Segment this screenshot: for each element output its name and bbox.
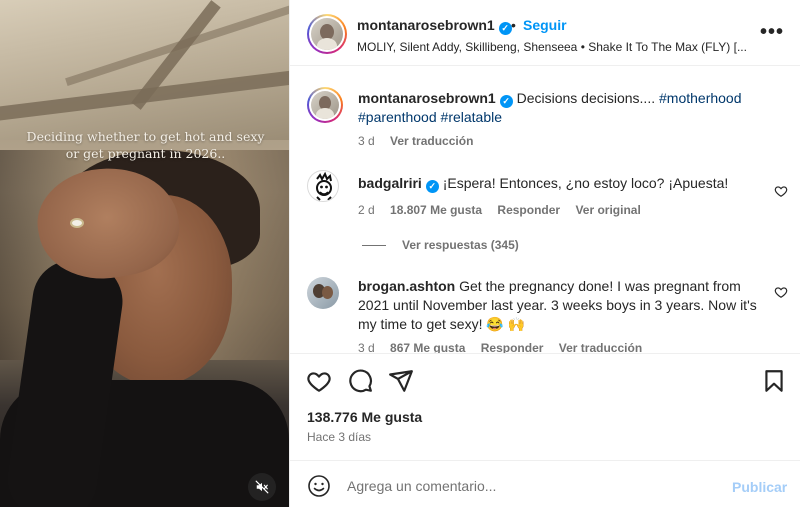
commenter-avatar-drawing bbox=[316, 171, 332, 201]
hashtag[interactable]: #relatable bbox=[441, 109, 503, 125]
replies-divider bbox=[362, 245, 386, 247]
likes-count[interactable]: 138.776 Me gusta bbox=[307, 409, 422, 425]
hashtag[interactable]: #parenthood bbox=[358, 109, 437, 125]
hashtag[interactable]: #motherhood bbox=[659, 90, 742, 106]
more-options-icon[interactable]: ••• bbox=[760, 22, 784, 42]
post-side-panel: montanarosebrown1 ✓ • Seguir MOLIY, Silen… bbox=[289, 0, 800, 507]
comment-meta: 3 d 867 Me gusta Responder Ver traducció… bbox=[358, 341, 654, 353]
see-original-link[interactable]: Ver original bbox=[575, 203, 640, 217]
comment-body: brogan.ashton Get the pregnancy done! I … bbox=[358, 277, 768, 334]
comment-age: 2 d bbox=[358, 203, 375, 217]
emoji-icon[interactable] bbox=[307, 474, 331, 498]
translate-link[interactable]: Ver traducción bbox=[559, 341, 642, 353]
speaker-muted-icon bbox=[255, 480, 269, 494]
verified-badge-icon: ✓ bbox=[499, 95, 513, 108]
add-comment-bar: Publicar bbox=[290, 460, 800, 507]
verified-badge-icon: ✓ bbox=[425, 180, 439, 193]
comment-input[interactable] bbox=[347, 473, 717, 499]
post-date: Hace 3 días bbox=[307, 430, 372, 444]
commenter-username[interactable]: brogan.ashton bbox=[358, 278, 455, 294]
author-avatar[interactable] bbox=[307, 14, 347, 54]
view-replies-label[interactable]: Ver respuestas (345) bbox=[402, 238, 519, 252]
caption-avatar[interactable] bbox=[307, 87, 343, 123]
comment-icon[interactable] bbox=[347, 368, 373, 394]
comment-age: 3 d bbox=[358, 341, 375, 353]
post-media[interactable]: Deciding whether to get hot and sexy or … bbox=[0, 0, 289, 507]
caption-username[interactable]: montanarosebrown1 bbox=[358, 90, 496, 106]
follow-button[interactable]: Seguir bbox=[523, 17, 567, 33]
heart-icon[interactable] bbox=[306, 368, 332, 394]
ring bbox=[70, 218, 84, 228]
verified-badge-icon: ✓ bbox=[498, 22, 512, 35]
author-username[interactable]: montanarosebrown1 bbox=[357, 17, 495, 33]
view-replies-button[interactable]: Ver respuestas (345) bbox=[362, 238, 519, 252]
caption-body: montanarosebrown1 ✓ Decisions decisions..… bbox=[358, 89, 768, 127]
comment-likes[interactable]: 18.807 Me gusta bbox=[390, 203, 482, 217]
bookmark-icon[interactable] bbox=[761, 368, 787, 394]
commenter-username[interactable]: badgalriri bbox=[358, 175, 422, 191]
comment-like-heart-icon[interactable] bbox=[774, 184, 788, 198]
comment-text: ¡Espera! Entonces, ¿no estoy loco? ¡Apue… bbox=[442, 175, 729, 191]
comments-list[interactable]: montanarosebrown1 ✓ Decisions decisions..… bbox=[290, 67, 800, 353]
action-bar bbox=[290, 353, 800, 405]
translate-link[interactable]: Ver traducción bbox=[390, 134, 473, 148]
comment-body: badgalriri ✓ ¡Espera! Entonces, ¿no estoy… bbox=[358, 174, 768, 193]
comment-likes[interactable]: 867 Me gusta bbox=[390, 341, 465, 353]
mute-button[interactable] bbox=[248, 473, 276, 501]
comment-meta: 2 d 18.807 Me gusta Responder Ver origin… bbox=[358, 203, 653, 217]
caption-text: Decisions decisions.... bbox=[516, 90, 656, 106]
commenter-avatar[interactable] bbox=[307, 170, 339, 202]
comment-like-heart-icon[interactable] bbox=[774, 285, 788, 299]
separator-dot: • bbox=[511, 17, 516, 33]
audio-track[interactable]: MOLIY, Silent Addy, Skillibeng, Shenseea… bbox=[357, 40, 747, 54]
caption-meta: 3 d Ver traducción bbox=[358, 134, 485, 148]
post-header: montanarosebrown1 ✓ • Seguir MOLIY, Silen… bbox=[290, 0, 800, 66]
post-comment-button[interactable]: Publicar bbox=[732, 479, 787, 495]
reply-button[interactable]: Responder bbox=[481, 341, 544, 353]
paper-plane-icon[interactable] bbox=[388, 368, 414, 394]
comment-age: 3 d bbox=[358, 134, 375, 148]
commenter-avatar[interactable] bbox=[307, 277, 339, 309]
video-caption: Deciding whether to get hot and sexy or … bbox=[26, 129, 265, 161]
reply-button[interactable]: Responder bbox=[497, 203, 560, 217]
author-username-row[interactable]: montanarosebrown1 ✓ bbox=[357, 17, 512, 35]
